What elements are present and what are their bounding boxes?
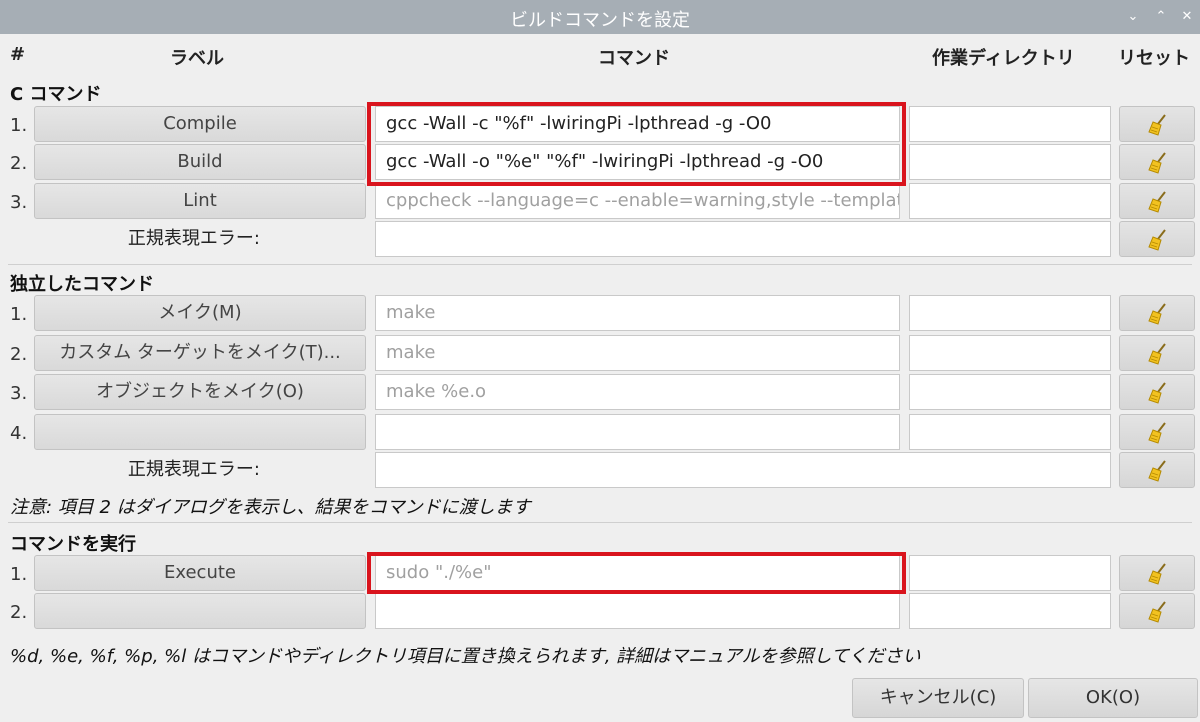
section-execute-commands: コマンドを実行 <box>10 534 136 555</box>
reset-button[interactable] <box>1119 183 1195 219</box>
execute-label-button[interactable]: Execute <box>34 555 366 591</box>
section-c-commands: C コマンド <box>10 84 102 105</box>
independent-4-dir-field[interactable] <box>909 414 1111 450</box>
make-custom-target-label-button[interactable]: カスタム ターゲットをメイク(T)... <box>34 335 366 371</box>
make-custom-target-dir-field[interactable] <box>909 335 1111 371</box>
c-build-label-button[interactable]: Build <box>34 144 366 180</box>
highlight-box <box>367 552 906 594</box>
independent-4-label-button[interactable] <box>34 414 366 450</box>
chevron-up-icon[interactable]: ⌃ <box>1152 8 1170 26</box>
independent-regex-error-field[interactable] <box>375 452 1111 488</box>
highlight-box <box>367 102 906 186</box>
c-regex-error-field[interactable] <box>375 221 1111 257</box>
c-lint-dir-field[interactable] <box>909 183 1111 219</box>
reset-button[interactable] <box>1119 335 1195 371</box>
ok-button[interactable]: OK(O) <box>1028 678 1198 718</box>
column-header-dir: 作業ディレクトリ <box>932 48 1075 69</box>
c-lint-command-field[interactable]: cppcheck --language=c --enable=warning,s… <box>375 183 900 219</box>
row-number: 2. <box>10 602 28 623</box>
row-number: 4. <box>10 423 28 444</box>
make-label-button[interactable]: メイク(M) <box>34 295 366 331</box>
broom-icon <box>1148 303 1166 325</box>
broom-icon <box>1148 382 1166 404</box>
c-compile-dir-field[interactable] <box>909 106 1111 142</box>
column-header-num: # <box>10 44 26 65</box>
row-number: 2. <box>10 344 28 365</box>
make-object-label-button[interactable]: オブジェクトをメイク(O) <box>34 374 366 410</box>
title-bar: ビルドコマンドを設定 ⌄ ⌃ ✕ <box>0 0 1200 34</box>
make-object-command-field[interactable]: make %e.o <box>375 374 900 410</box>
section-independent-commands: 独立したコマンド <box>10 274 154 295</box>
broom-icon <box>1148 191 1166 213</box>
window-title: ビルドコマンドを設定 <box>510 10 690 31</box>
divider <box>8 264 1192 265</box>
chevron-down-icon[interactable]: ⌄ <box>1124 8 1142 26</box>
broom-icon <box>1148 152 1166 174</box>
broom-icon <box>1148 343 1166 365</box>
broom-icon <box>1148 460 1166 482</box>
column-header-command: コマンド <box>598 48 670 69</box>
make-object-dir-field[interactable] <box>909 374 1111 410</box>
reset-button[interactable] <box>1119 144 1195 180</box>
execute-2-label-button[interactable] <box>34 593 366 629</box>
broom-icon <box>1148 114 1166 136</box>
broom-icon <box>1148 422 1166 444</box>
row-number: 1. <box>10 304 28 325</box>
close-icon[interactable]: ✕ <box>1178 8 1196 26</box>
reset-button[interactable] <box>1119 221 1195 257</box>
reset-button[interactable] <box>1119 374 1195 410</box>
reset-button[interactable] <box>1119 593 1195 629</box>
reset-button[interactable] <box>1119 106 1195 142</box>
independent-regex-error-label: 正規表現エラー: <box>127 459 260 480</box>
row-number: 1. <box>10 564 28 585</box>
note-dialog: 注意: 項目 2 はダイアログを表示し、結果をコマンドに渡します <box>10 497 531 518</box>
execute-2-dir-field[interactable] <box>909 593 1111 629</box>
divider <box>8 522 1192 523</box>
row-number: 2. <box>10 153 28 174</box>
c-lint-label-button[interactable]: Lint <box>34 183 366 219</box>
row-number: 3. <box>10 192 28 213</box>
column-header-label: ラベル <box>170 48 224 69</box>
execute-2-command-field[interactable] <box>375 593 900 629</box>
column-header-reset: リセット <box>1118 48 1190 69</box>
reset-button[interactable] <box>1119 452 1195 488</box>
broom-icon <box>1148 229 1166 251</box>
broom-icon <box>1148 563 1166 585</box>
reset-button[interactable] <box>1119 555 1195 591</box>
execute-dir-field[interactable] <box>909 555 1111 591</box>
c-compile-label-button[interactable]: Compile <box>34 106 366 142</box>
independent-4-command-field[interactable] <box>375 414 900 450</box>
make-dir-field[interactable] <box>909 295 1111 331</box>
reset-button[interactable] <box>1119 295 1195 331</box>
broom-icon <box>1148 601 1166 623</box>
reset-button[interactable] <box>1119 414 1195 450</box>
cancel-button[interactable]: キャンセル(C) <box>852 678 1024 718</box>
c-regex-error-label: 正規表現エラー: <box>127 228 260 249</box>
row-number: 3. <box>10 383 28 404</box>
make-custom-target-command-field[interactable]: make <box>375 335 900 371</box>
row-number: 1. <box>10 115 28 136</box>
note-placeholders: %d, %e, %f, %p, %l はコマンドやディレクトリ項目に置き換えられ… <box>10 646 921 667</box>
c-build-dir-field[interactable] <box>909 144 1111 180</box>
make-command-field[interactable]: make <box>375 295 900 331</box>
